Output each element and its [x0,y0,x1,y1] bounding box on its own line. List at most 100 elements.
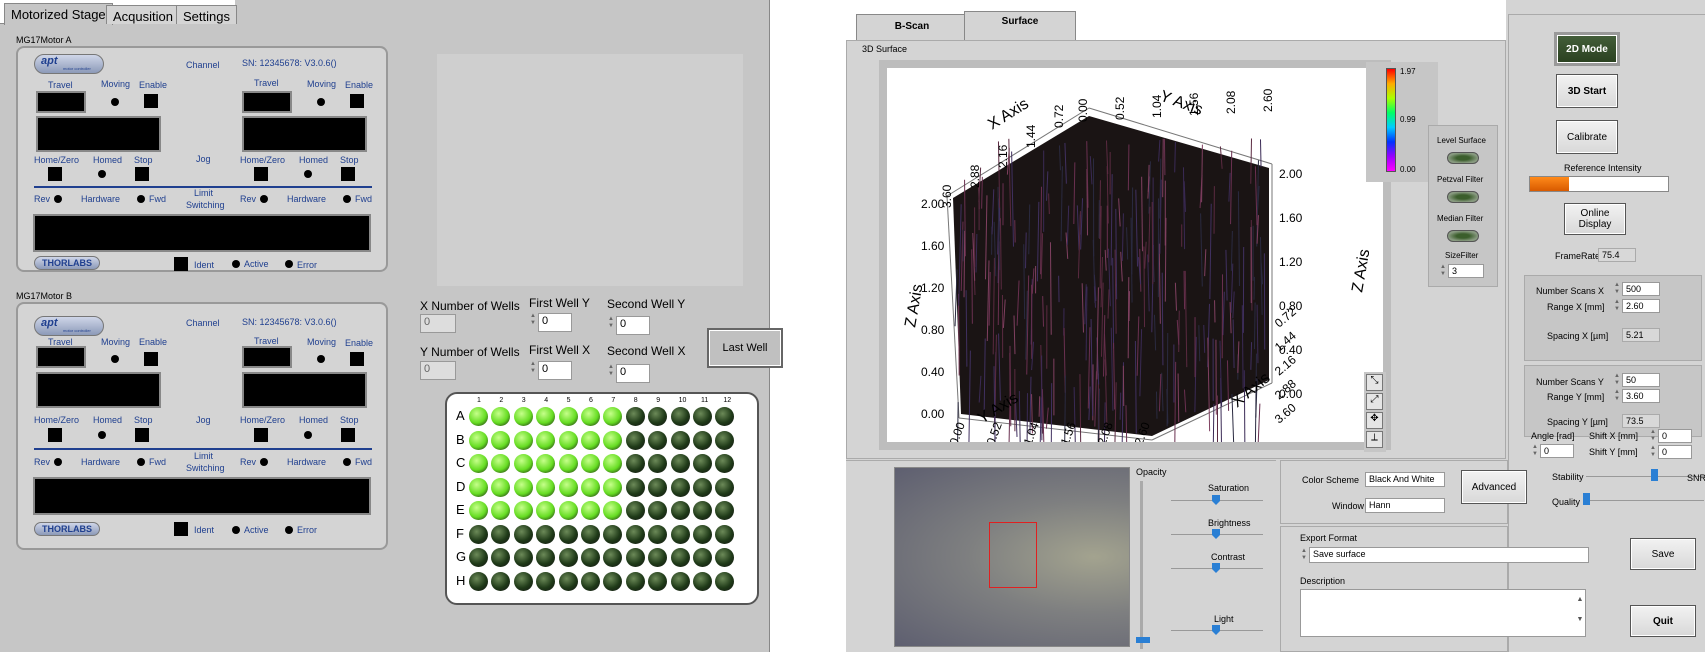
well[interactable] [625,430,645,450]
size-filter-spinner[interactable]: ▲ ▼ [1439,264,1447,278]
zoom-tool-icon[interactable]: ⤢ [1366,393,1383,410]
first-well-y-field[interactable]: 0 [538,313,572,332]
level-surface-toggle[interactable] [1447,152,1479,164]
median-filter-toggle[interactable] [1447,230,1479,242]
stop-button[interactable] [135,167,149,181]
stop-button-b2[interactable] [341,428,355,442]
number-scans-x-field[interactable]: 500 [1622,282,1660,296]
number-scans-x-spinner[interactable]: ▲ ▼ [1613,282,1621,296]
export-format-spinner[interactable]: ▲ ▼ [1300,548,1308,562]
well[interactable] [469,524,488,544]
description-scrollbar[interactable]: ▲ ▼ [1575,590,1585,636]
ident-button-b[interactable] [174,522,188,536]
well[interactable] [469,407,488,426]
stability-thumb[interactable] [1651,469,1658,481]
export-format-select[interactable]: Save surface [1309,547,1589,563]
well[interactable] [693,477,712,497]
quit-button[interactable]: Quit [1630,605,1696,637]
well[interactable] [558,501,578,520]
well[interactable] [715,430,735,450]
well[interactable] [581,548,600,567]
mode-2d-button[interactable]: 2D Mode [1554,32,1620,66]
range-y-spinner[interactable]: ▲ ▼ [1613,389,1621,403]
well[interactable] [581,454,600,473]
well[interactable] [536,571,556,591]
well[interactable] [693,430,712,450]
tab-bscan[interactable]: B-Scan [856,14,968,41]
well[interactable] [603,454,623,473]
well[interactable] [648,548,668,567]
saturation-thumb[interactable] [1212,495,1220,505]
well[interactable] [693,524,712,544]
well[interactable] [670,430,690,450]
well[interactable] [558,548,578,567]
pan-tool-icon[interactable]: ✥ [1366,412,1383,429]
well[interactable] [536,477,556,497]
well[interactable] [670,454,690,473]
opacity-slider-thumb[interactable] [1136,637,1150,643]
tab-acquisition[interactable]: Acqusition [106,5,180,24]
tab-settings[interactable]: Settings [176,5,237,24]
well[interactable] [648,501,668,520]
well[interactable] [558,571,578,591]
well[interactable] [648,407,668,426]
number-scans-y-spinner[interactable]: ▲ ▼ [1613,373,1621,387]
well[interactable] [625,524,645,544]
well[interactable] [536,454,556,473]
well[interactable] [715,454,735,473]
well[interactable] [670,524,690,544]
first-well-y-spinner[interactable]: ▲ ▼ [529,313,537,327]
well[interactable] [693,407,712,426]
well[interactable] [513,548,533,567]
shift-y-spinner[interactable]: ▲ ▼ [1649,445,1657,459]
well[interactable] [625,548,645,567]
quality-thumb[interactable] [1583,493,1590,505]
well[interactable] [603,407,623,426]
well[interactable] [693,548,712,567]
well[interactable] [648,524,668,544]
first-well-x-field[interactable]: 0 [538,361,572,380]
advanced-button[interactable]: Advanced [1461,470,1527,504]
last-well-button[interactable]: Last Well [707,328,783,368]
well[interactable] [491,454,511,473]
second-well-x-spinner[interactable]: ▲ ▼ [607,364,615,378]
well[interactable] [715,524,735,544]
well[interactable] [581,430,600,450]
well[interactable] [648,477,668,497]
shift-x-field[interactable]: 0 [1658,429,1692,443]
well[interactable] [536,501,556,520]
well[interactable] [670,571,690,591]
home-zero-button-b2[interactable] [254,428,268,442]
rotate-tool-icon[interactable]: ⤡ [1366,374,1383,391]
enable-button[interactable] [144,94,158,108]
well[interactable] [648,430,668,450]
roi-rectangle[interactable] [989,522,1037,588]
well[interactable] [670,548,690,567]
opacity-slider-track[interactable] [1140,481,1143,649]
well[interactable] [625,571,645,591]
well[interactable] [648,454,668,473]
home-zero-button-2[interactable] [254,167,268,181]
well[interactable] [491,430,511,450]
tab-surface[interactable]: Surface [964,11,1076,41]
well[interactable] [603,501,623,520]
well[interactable] [715,571,735,591]
well[interactable] [491,407,511,426]
well[interactable] [670,501,690,520]
online-display-button[interactable]: Online Display [1564,203,1626,235]
well[interactable] [693,454,712,473]
quality-slider[interactable] [1586,500,1704,501]
well[interactable] [536,430,556,450]
brightness-thumb[interactable] [1212,529,1220,539]
range-x-spinner[interactable]: ▲ ▼ [1613,299,1621,313]
well[interactable] [603,430,623,450]
well[interactable] [558,477,578,497]
well[interactable] [625,477,645,497]
color-scheme-select[interactable]: Black And White [1365,472,1445,487]
well[interactable] [491,477,511,497]
well[interactable] [513,430,533,450]
well[interactable] [715,548,735,567]
well[interactable] [625,407,645,426]
well[interactable] [536,548,556,567]
window-select[interactable]: Hann [1365,498,1445,513]
